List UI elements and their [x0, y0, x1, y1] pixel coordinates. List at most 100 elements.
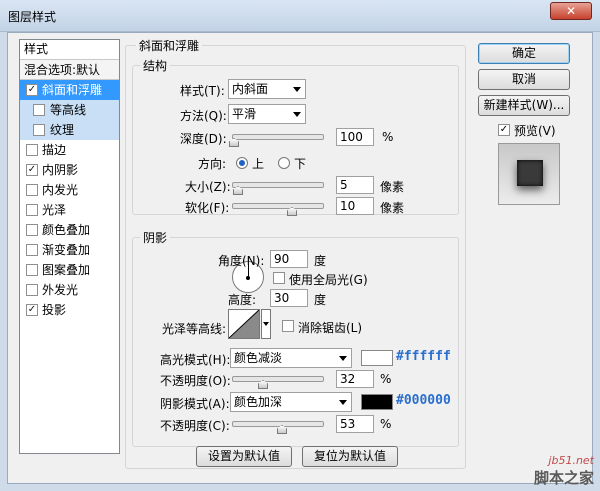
style-item-label: 内阴影: [42, 163, 79, 177]
watermark-name: 脚本之家: [533, 469, 594, 487]
depth-input[interactable]: 100: [336, 128, 374, 146]
style-list: 样式 混合选项:默认 ✓ 斜面和浮雕 等高线 纹理 描边 ✓ 内阴影 内发光 光…: [19, 39, 120, 454]
style-item-label: 图案叠加: [42, 263, 91, 277]
size-unit: 像素: [380, 180, 405, 194]
style-item-label: 纹理: [50, 123, 75, 137]
style-item-inner-shadow[interactable]: ✓ 内阴影: [20, 160, 119, 180]
shadow-opacity-label: 不透明度(C):: [160, 419, 230, 433]
size-slider-thumb[interactable]: [233, 186, 243, 195]
cancel-button[interactable]: 取消: [478, 69, 570, 90]
gloss-contour-dropdown[interactable]: [261, 309, 271, 339]
angle-input[interactable]: 90: [270, 250, 308, 268]
checkbox-color-overlay[interactable]: [26, 224, 38, 236]
window-title: 图层样式: [8, 10, 57, 24]
checkbox-drop-shadow[interactable]: ✓: [26, 304, 38, 316]
method-select[interactable]: 平滑: [228, 104, 306, 124]
style-item-outer-glow[interactable]: 外发光: [20, 280, 119, 300]
style-item-stroke[interactable]: 描边: [20, 140, 119, 160]
depth-slider[interactable]: [229, 134, 324, 147]
highlight-opacity-unit: %: [380, 372, 392, 386]
angle-label: 角度(N):: [218, 254, 265, 268]
style-item-gradient-overlay[interactable]: 渐变叠加: [20, 240, 119, 260]
style-item-texture[interactable]: 纹理: [20, 120, 119, 140]
chevron-down-icon: [339, 356, 347, 361]
shadow-opacity-thumb[interactable]: [277, 425, 287, 434]
style-item-label: 光泽: [42, 203, 67, 217]
style-item-contour[interactable]: 等高线: [20, 100, 119, 120]
gloss-contour-preview[interactable]: [228, 309, 260, 339]
highlight-opacity-label: 不透明度(O):: [160, 374, 231, 388]
watermark: jb51.net 脚本之家: [534, 454, 594, 488]
method-label: 方法(Q):: [180, 109, 227, 123]
shading-title: 阴影: [140, 229, 171, 246]
close-button[interactable]: ✕: [550, 2, 592, 20]
soften-input[interactable]: 10: [336, 197, 374, 215]
shadow-hex: #000000: [396, 393, 451, 408]
shadow-mode-select[interactable]: 颜色加深: [230, 392, 352, 412]
shadow-opacity-input[interactable]: 53: [336, 415, 374, 433]
style-list-header[interactable]: 样式: [20, 40, 119, 60]
reset-default-button[interactable]: 复位为默认值: [302, 446, 398, 467]
checkbox-gradient-overlay[interactable]: [26, 244, 38, 256]
style-item-color-overlay[interactable]: 颜色叠加: [20, 220, 119, 240]
highlight-opacity-thumb[interactable]: [258, 380, 268, 389]
size-slider[interactable]: [232, 182, 324, 195]
checkbox-texture[interactable]: [33, 124, 45, 136]
shadow-opacity-unit: %: [380, 417, 392, 431]
style-preview: [498, 143, 560, 205]
checkbox-outer-glow[interactable]: [26, 284, 38, 296]
style-item-label: 颜色叠加: [42, 223, 91, 237]
preview-checkbox[interactable]: ✓: [498, 124, 510, 136]
highlight-opacity-input[interactable]: 32: [336, 370, 374, 388]
direction-down-radio[interactable]: [278, 157, 290, 169]
antialias-checkbox[interactable]: [282, 320, 294, 332]
style-select[interactable]: 内斜面: [228, 79, 306, 99]
style-select-value: 内斜面: [232, 82, 269, 96]
checkbox-satin[interactable]: [26, 204, 38, 216]
title-bar: 图层样式 ✕: [0, 0, 600, 32]
style-item-bevel[interactable]: ✓ 斜面和浮雕: [20, 80, 119, 100]
checkbox-bevel[interactable]: ✓: [26, 84, 38, 96]
style-item-satin[interactable]: 光泽: [20, 200, 119, 220]
shadow-color-swatch[interactable]: [361, 394, 393, 410]
checkbox-contour[interactable]: [33, 104, 45, 116]
style-item-label: 描边: [42, 143, 67, 157]
checkbox-inner-shadow[interactable]: ✓: [26, 164, 38, 176]
direction-up-radio[interactable]: [236, 157, 248, 169]
checkbox-pattern-overlay[interactable]: [26, 264, 38, 276]
highlight-mode-label: 高光模式(H):: [160, 353, 231, 367]
soften-slider-thumb[interactable]: [287, 207, 297, 216]
soften-label: 软化(F):: [185, 201, 230, 215]
preview-square: [517, 160, 543, 186]
style-item-label: 投影: [42, 303, 67, 317]
structure-title: 结构: [140, 57, 171, 74]
size-input[interactable]: 5: [336, 176, 374, 194]
new-style-button[interactable]: 新建样式(W)...: [478, 95, 570, 116]
blend-options-item[interactable]: 混合选项:默认: [20, 60, 119, 80]
soften-slider[interactable]: [232, 203, 324, 216]
watermark-url: jb51.net: [548, 454, 594, 467]
highlight-mode-select[interactable]: 颜色减淡: [230, 348, 352, 368]
style-item-drop-shadow[interactable]: ✓ 投影: [20, 300, 119, 320]
style-item-inner-glow[interactable]: 内发光: [20, 180, 119, 200]
global-light-checkbox[interactable]: [273, 272, 285, 284]
method-select-value: 平滑: [232, 107, 257, 121]
checkbox-stroke[interactable]: [26, 144, 38, 156]
dialog-body: 样式 混合选项:默认 ✓ 斜面和浮雕 等高线 纹理 描边 ✓ 内阴影 内发光 光…: [7, 32, 593, 484]
chevron-down-icon: [339, 400, 347, 405]
shadow-opacity-slider[interactable]: [232, 421, 324, 434]
altitude-input[interactable]: 30: [270, 289, 308, 307]
highlight-mode-value: 颜色减淡: [234, 351, 283, 365]
style-item-pattern-overlay[interactable]: 图案叠加: [20, 260, 119, 280]
altitude-label: 高度:: [228, 293, 257, 307]
ok-button[interactable]: 确定: [478, 43, 570, 64]
highlight-color-swatch[interactable]: [361, 350, 393, 366]
checkbox-inner-glow[interactable]: [26, 184, 38, 196]
direction-label: 方向:: [198, 157, 227, 171]
highlight-opacity-slider[interactable]: [232, 376, 324, 389]
gloss-contour-label: 光泽等高线:: [162, 322, 227, 336]
altitude-unit: 度: [314, 293, 327, 307]
make-default-button[interactable]: 设置为默认值: [196, 446, 292, 467]
style-item-label: 斜面和浮雕: [42, 83, 103, 97]
style-item-label: 渐变叠加: [42, 243, 91, 257]
